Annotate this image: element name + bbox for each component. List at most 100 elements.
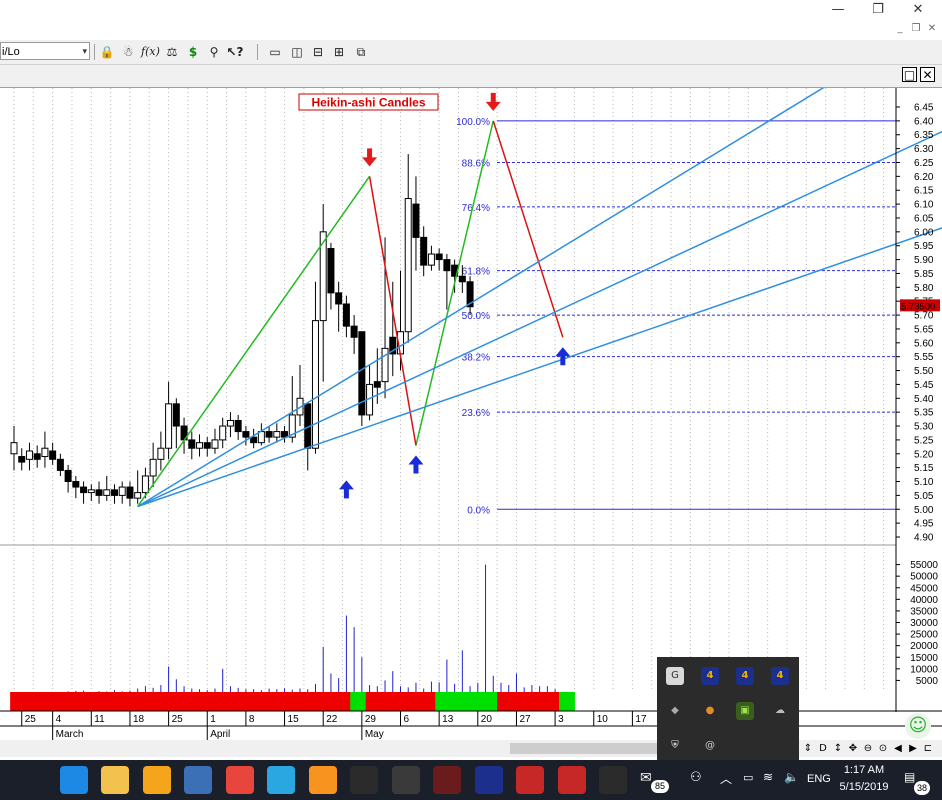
window-icon[interactable]: ▭ xyxy=(266,43,284,61)
candle-body xyxy=(103,489,111,496)
smiley-icon[interactable]: ☺ xyxy=(905,713,931,739)
app-4-icon[interactable] xyxy=(474,766,503,794)
signal-segment xyxy=(272,692,282,711)
volume-icon[interactable]: 🔈 xyxy=(784,770,799,784)
spiral-icon[interactable]: @ xyxy=(701,737,719,755)
close-button[interactable]: ✕ xyxy=(906,2,930,18)
signal-segment xyxy=(211,692,220,711)
function-icon[interactable]: f(x) xyxy=(141,43,160,61)
grid-icon[interactable]: ⊞ xyxy=(330,43,348,61)
fib-level-label: 50.0% xyxy=(462,311,490,322)
signal-segment xyxy=(350,692,359,711)
wifi-icon[interactable]: ≋ xyxy=(763,770,773,784)
x-tick-label: 3 xyxy=(558,714,564,725)
volume-tick-label: 35000 xyxy=(910,606,938,617)
tile-horizontal-icon[interactable]: ⊟ xyxy=(309,43,327,61)
candle-body xyxy=(10,442,18,455)
cloud-icon[interactable]: ☁ xyxy=(771,702,789,720)
chart-nav-button[interactable]: ⇕ xyxy=(802,741,814,756)
binoculars-icon[interactable]: ⚲ xyxy=(205,43,223,61)
signal-segment xyxy=(427,692,436,711)
app-e-icon[interactable] xyxy=(308,766,337,794)
language-indicator[interactable]: ENG xyxy=(807,773,831,785)
mdi-restore-button[interactable]: ❐ xyxy=(908,22,924,36)
flag-4-icon[interactable]: 4 xyxy=(771,667,789,685)
mdi-minimize-button[interactable]: _ xyxy=(892,22,908,36)
diamond-icon[interactable]: ◆ xyxy=(666,702,684,720)
battery-icon[interactable]: ▭ xyxy=(743,771,753,784)
chart-nav-button[interactable]: D xyxy=(817,741,829,756)
tile-vertical-icon[interactable]: ◫ xyxy=(288,43,306,61)
chart-nav-button[interactable]: ▶ xyxy=(907,741,919,756)
candle-body xyxy=(72,481,80,488)
signal-segment xyxy=(319,692,328,711)
help-cursor-icon[interactable]: ↖? xyxy=(226,43,244,61)
minimize-button[interactable]: — xyxy=(826,2,850,18)
chart-nav-button[interactable]: ⊖ xyxy=(862,741,874,756)
restore-button[interactable]: ❐ xyxy=(866,2,890,18)
signal-segment xyxy=(265,692,274,711)
person-icon[interactable]: ☃ xyxy=(119,43,137,61)
signal-segment xyxy=(48,692,58,711)
panel-restore-button[interactable]: □ xyxy=(902,67,917,82)
chart-nav-button[interactable]: ⊙ xyxy=(877,741,889,756)
candle-body xyxy=(149,458,157,477)
flag-4-icon[interactable]: 4 xyxy=(701,667,719,685)
scrollbar-thumb[interactable] xyxy=(510,743,660,754)
app-500-icon[interactable] xyxy=(599,766,627,794)
app-man-icon[interactable] xyxy=(391,766,420,794)
x-tick-label: 11 xyxy=(94,714,105,725)
chart-nav-button[interactable]: ↕ xyxy=(832,741,844,756)
chrome-icon[interactable] xyxy=(225,766,254,794)
mdi-close-button[interactable]: ✕ xyxy=(924,22,940,36)
lock-icon[interactable]: 🔒 xyxy=(98,43,116,61)
price-tick-label: 5.85 xyxy=(914,269,934,280)
task-view-icon[interactable] xyxy=(18,766,46,794)
chart-nav-button[interactable]: ◀ xyxy=(892,741,904,756)
chart-app-icon[interactable] xyxy=(350,766,378,794)
title-bar: — ❐ ✕ _ ❐ ✕ xyxy=(0,0,942,40)
toolbar-separator xyxy=(94,44,95,60)
dollar-icon[interactable]: $ xyxy=(184,43,202,61)
signal-segment xyxy=(226,692,235,711)
price-tick-label: 5.20 xyxy=(914,449,934,460)
fib-level-label: 100.0% xyxy=(456,117,490,128)
x-tick-label: 6 xyxy=(404,714,410,725)
signal-segment xyxy=(172,692,181,711)
app-q-icon[interactable] xyxy=(267,766,295,794)
price-tick-label: 6.05 xyxy=(914,213,934,224)
shield-icon[interactable]: ⛨ xyxy=(666,737,684,755)
chevron-up-icon[interactable]: ︿ xyxy=(720,770,732,787)
mail-icon[interactable]: ✉ xyxy=(640,770,652,786)
panel-close-button[interactable]: ✕ xyxy=(920,67,935,82)
file-explorer-icon[interactable] xyxy=(101,766,129,794)
signal-segment xyxy=(87,692,96,711)
store-icon[interactable] xyxy=(142,766,171,794)
cascade-icon[interactable]: ⧉ xyxy=(352,43,370,61)
nvidia-icon[interactable]: ▣ xyxy=(736,702,754,720)
app-g-icon[interactable]: G xyxy=(666,667,684,685)
candle-body xyxy=(196,442,204,449)
symbol-combo[interactable]: i/Lo ▾ xyxy=(0,42,90,60)
fxpro-icon[interactable] xyxy=(516,766,544,794)
app-red-icon[interactable] xyxy=(557,766,586,794)
flag-4-icon[interactable]: 4 xyxy=(736,667,754,685)
horizontal-scrollbar[interactable] xyxy=(0,740,942,757)
taskbar-clock[interactable]: 1:17 AM 5/15/2019 xyxy=(836,762,892,800)
candle-body xyxy=(87,489,95,494)
chart-nav-button[interactable]: ⊏ xyxy=(922,741,934,756)
chevron-down-icon[interactable]: ▾ xyxy=(82,43,87,61)
media-icon[interactable] xyxy=(184,766,212,794)
month-label: April xyxy=(210,729,230,740)
price-chart[interactable]: 100.0%88.6%76.4%61.8%50.0%38.2%23.6%0.0%… xyxy=(0,88,942,740)
people-icon[interactable]: ⚇ xyxy=(690,770,702,785)
metastock-icon[interactable] xyxy=(433,766,461,794)
scale-icon[interactable]: ⚖ xyxy=(163,43,181,61)
location-icon[interactable]: ● xyxy=(701,702,719,720)
x-tick-label: 25 xyxy=(172,714,184,725)
price-tick-label: 6.30 xyxy=(914,144,934,155)
edge-icon[interactable] xyxy=(59,766,88,794)
signal-segment xyxy=(126,692,135,711)
chart-nav-button[interactable]: ✥ xyxy=(847,741,859,756)
candle-body xyxy=(404,198,412,333)
